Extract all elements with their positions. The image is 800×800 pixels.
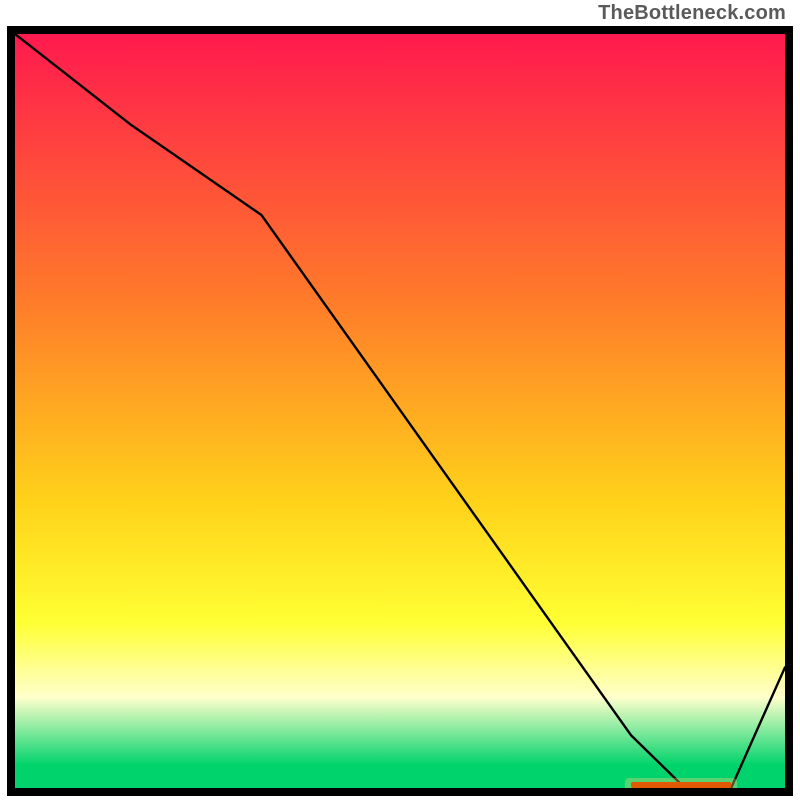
bottleneck-chart bbox=[0, 0, 800, 800]
optimal-marker bbox=[631, 782, 731, 788]
chart-frame: TheBottleneck.com bbox=[0, 0, 800, 800]
site-credit-label: TheBottleneck.com bbox=[598, 2, 786, 25]
